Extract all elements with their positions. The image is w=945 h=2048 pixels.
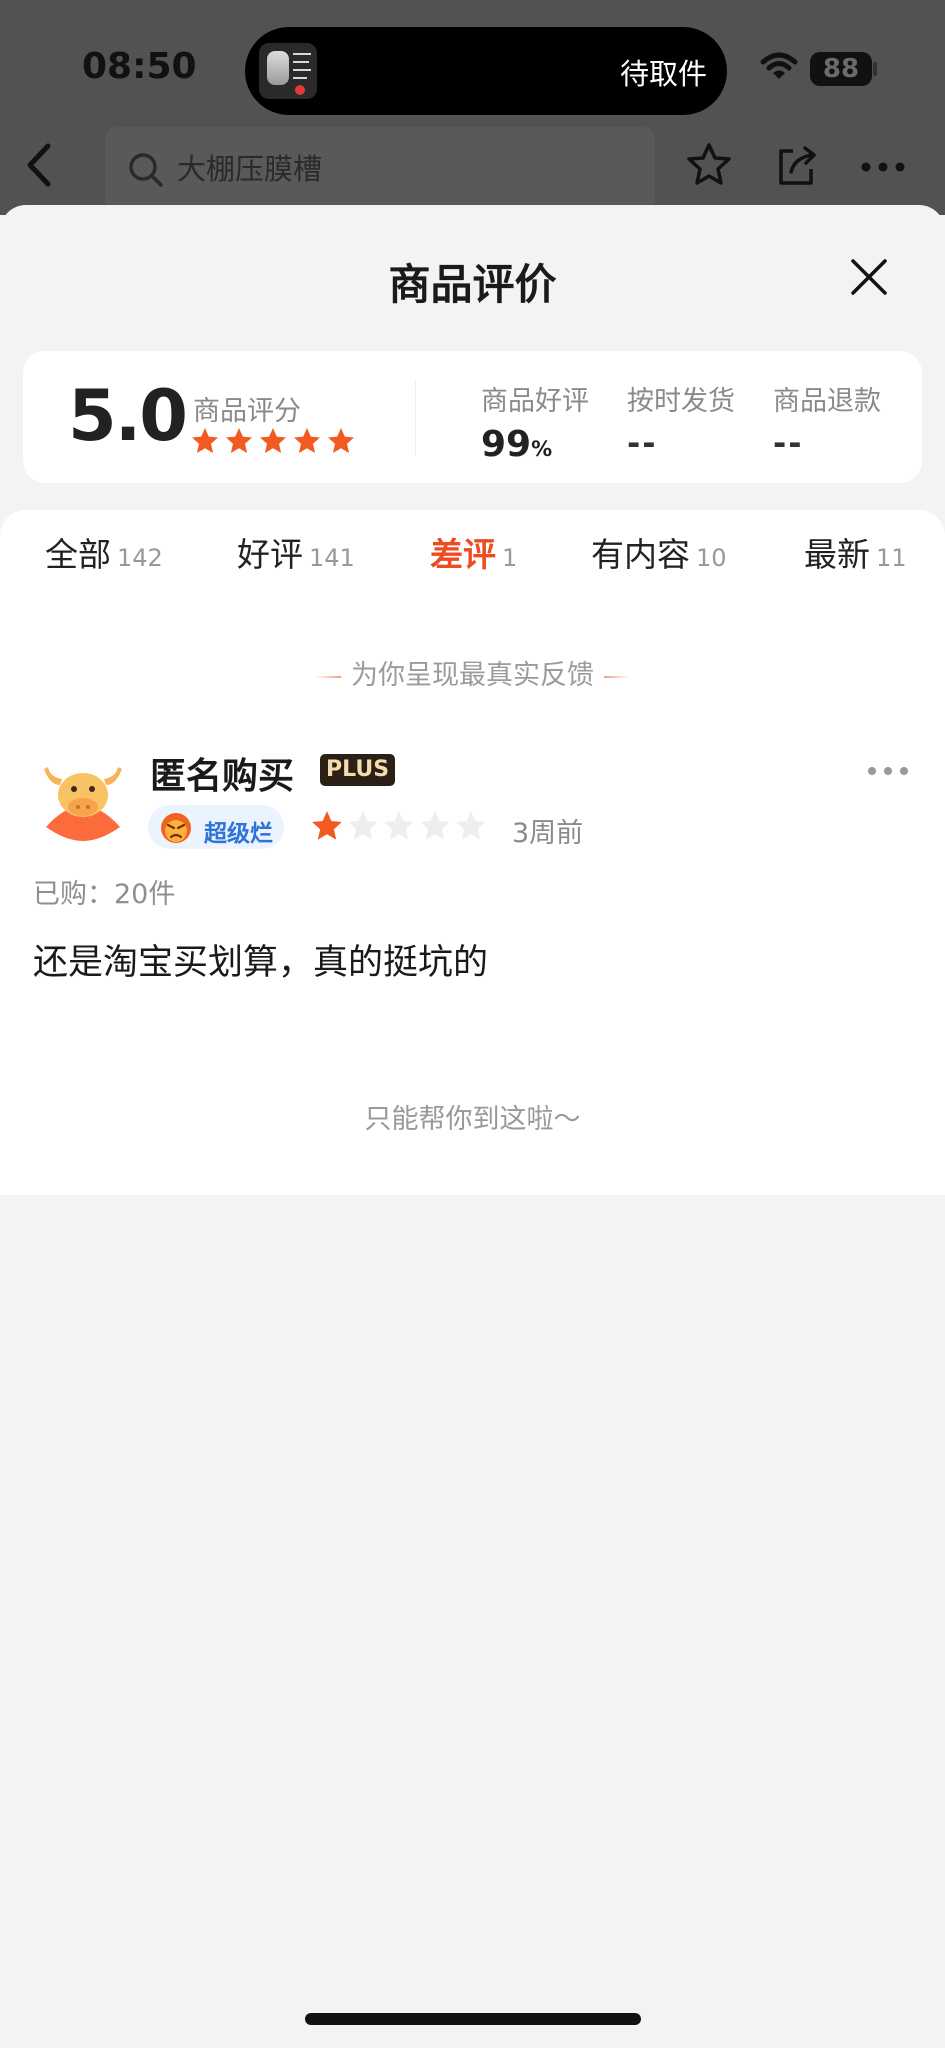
tab-latest[interactable]: 最新 11 — [804, 528, 907, 576]
review-rating-stars — [311, 810, 487, 842]
back-arrow-icon[interactable] — [18, 140, 58, 190]
plus-badge: PLUS — [320, 754, 396, 786]
battery-indicator: 88 — [810, 52, 872, 86]
home-indicator[interactable] — [305, 2013, 641, 2025]
summary-divider — [415, 381, 416, 455]
dynamic-island[interactable]: 待取件 — [245, 27, 727, 115]
metric-label: 商品好评 — [481, 386, 589, 417]
review-text: 还是淘宝买划算，真的挺坑的 — [33, 943, 489, 983]
sheet-title: 商品评价 — [388, 260, 557, 309]
search-input[interactable] — [175, 145, 639, 193]
reviewer-name: 匿名购买 — [150, 756, 295, 797]
end-of-list-note: 只能帮你到这啦～ — [364, 1104, 581, 1135]
reviewer-level-text: 超级烂 — [204, 821, 273, 847]
star-empty-icon — [384, 811, 414, 840]
metric-label: 商品退款 — [773, 386, 881, 417]
metric-value: -- — [627, 424, 658, 462]
metric-on-time-shipping: 按时发货 -- — [627, 379, 735, 462]
metric-value: 99% — [481, 424, 553, 465]
package-thumbnail — [259, 43, 317, 99]
avatar[interactable] — [40, 755, 126, 841]
tab-negative[interactable]: 差评 1 — [430, 528, 517, 576]
star-icon — [192, 428, 218, 453]
tab-with-content[interactable]: 有内容 10 — [591, 528, 727, 576]
star-empty-icon — [348, 811, 378, 840]
star-icon — [226, 428, 252, 453]
background-page: 08:50 待取件 88 — [0, 0, 945, 215]
angry-face-icon — [161, 813, 191, 843]
reviewer-level-badge: 超级烂 — [148, 805, 284, 849]
battery-cap — [873, 62, 877, 76]
score-label: 商品评分 — [193, 396, 301, 427]
star-icon — [294, 428, 320, 453]
score-stars — [191, 427, 355, 455]
star-icon — [260, 428, 286, 453]
rating-summary-card: 5.0 商品评分 商品好评 99% 按时发货 -- 商品退款 -- — [23, 351, 922, 483]
metric-refund: 商品退款 -- — [773, 379, 881, 462]
search-icon — [129, 153, 163, 187]
review-time: 3周前 — [512, 818, 584, 849]
close-icon[interactable] — [848, 256, 890, 298]
more-icon[interactable] — [860, 161, 906, 173]
feedback-note: 为你呈现最真实反馈 — [0, 653, 945, 692]
star-empty-icon — [456, 811, 486, 840]
tab-positive[interactable]: 好评 141 — [237, 528, 355, 576]
share-icon[interactable] — [775, 145, 817, 187]
favorite-star-icon[interactable] — [686, 142, 732, 188]
metric-label: 按时发货 — [627, 386, 735, 417]
star-icon — [328, 428, 354, 453]
overall-score: 5.0 — [68, 375, 188, 457]
purchase-quantity: 已购：20件 — [33, 879, 176, 910]
star-empty-icon — [420, 811, 450, 840]
star-icon — [312, 811, 342, 840]
status-time: 08:50 — [82, 46, 197, 87]
island-delivery-status: 待取件 — [619, 57, 707, 91]
metric-value: -- — [773, 424, 804, 462]
review-more-icon[interactable] — [866, 765, 910, 777]
reviews-sheet: 商品评价 5.0 商品评分 商品好评 99% 按时发货 -- 商品退款 -- 全… — [0, 205, 945, 2048]
wifi-icon — [760, 52, 798, 79]
metric-good-rate: 商品好评 99% — [481, 379, 589, 465]
search-bar[interactable] — [105, 127, 655, 213]
review-list-panel: 全部 142 好评 141 差评 1 有内容 10 最新 11 为你呈现最真实反馈 — [0, 510, 945, 1195]
tab-all[interactable]: 全部 142 — [45, 528, 163, 576]
